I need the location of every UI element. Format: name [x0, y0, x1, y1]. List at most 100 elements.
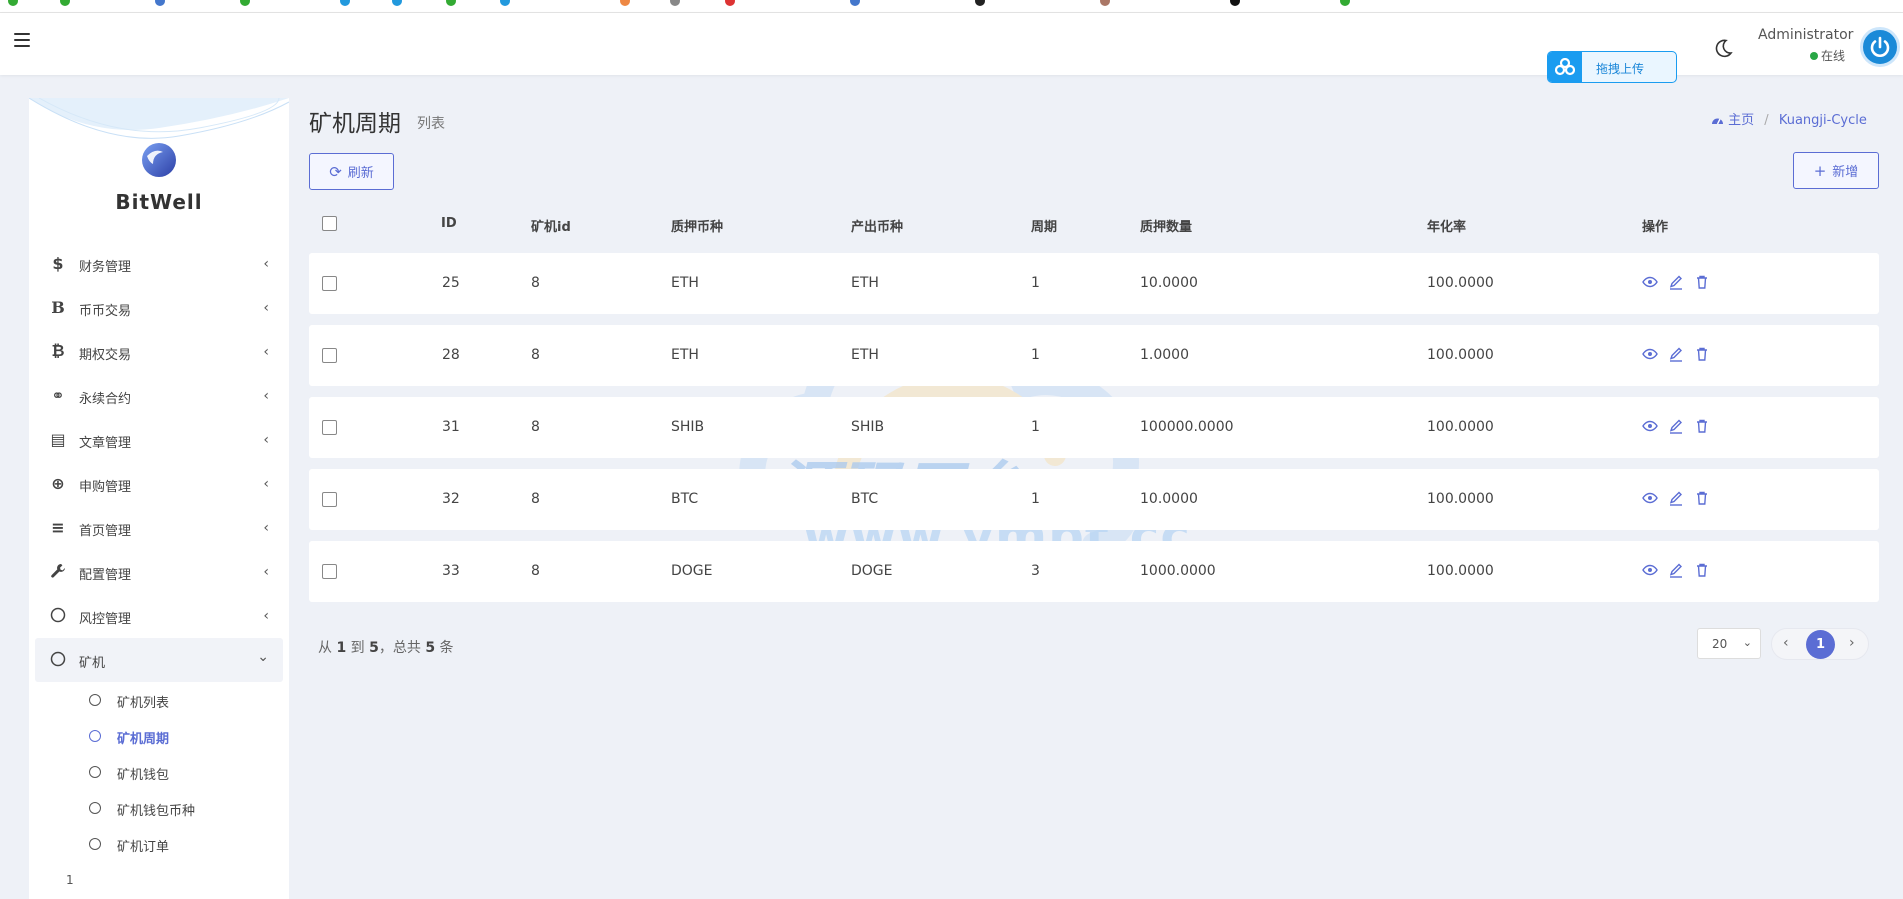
bookmark-item[interactable] — [850, 0, 864, 8]
sidebar-subitem-miner-wallet-coin[interactable]: 矿机钱包币种 — [35, 790, 283, 826]
column-header: 年化率 — [1427, 220, 1467, 235]
bookmark-item[interactable] — [975, 0, 989, 8]
per-page-select[interactable]: 20 ⌄ — [1697, 628, 1761, 659]
breadcrumb: 主页 / Kuangji-Cycle — [1711, 109, 1867, 128]
drag-upload-button[interactable]: 拖拽上传 — [1547, 51, 1677, 83]
edit-icon[interactable] — [1668, 490, 1684, 506]
sidebar-item-perpetual-contract[interactable]: ⚭ 永续合约 ‹ — [35, 374, 283, 418]
bookmark-item[interactable] — [392, 0, 406, 8]
sidebar-menu: $ 财务管理 ‹ B 币币交易 ‹ ₿ 期权交易 ‹ ⚭ 永续合约 ‹ ▤ 文章… — [35, 242, 283, 862]
sidebar-item-spot-trading[interactable]: B 币币交易 ‹ — [35, 286, 283, 330]
page-subtitle: 列表 — [417, 116, 445, 132]
select-all-checkbox[interactable] — [322, 216, 337, 231]
sidebar-item-mining[interactable]: 矿机 ⌄ — [35, 638, 283, 682]
sidebar-item-finance[interactable]: $ 财务管理 ‹ — [35, 242, 283, 286]
cell-kuangji-id: 8 — [531, 563, 540, 579]
bookmark-item[interactable] — [670, 0, 684, 8]
row-checkbox[interactable] — [322, 276, 337, 291]
bitwell-logo-icon — [142, 143, 176, 177]
upload-label: 拖拽上传 — [1596, 62, 1645, 76]
bookmark-item[interactable] — [155, 0, 169, 8]
chevron-left-icon: ‹ — [263, 344, 269, 360]
sidebar-subitem-miner-wallet[interactable]: 矿机钱包 — [35, 754, 283, 790]
table-row: 31 8 SHIB SHIB 1 100000.0000 100.0000 — [309, 397, 1879, 458]
avatar[interactable] — [1860, 27, 1900, 67]
row-checkbox[interactable] — [322, 564, 337, 579]
sidebar-item-subscription[interactable]: ⊕ 申购管理 ‹ — [35, 462, 283, 506]
bookmark-item[interactable] — [240, 0, 254, 8]
cloud-upload-icon — [1548, 52, 1582, 82]
edit-icon[interactable] — [1668, 274, 1684, 290]
bookmark-item[interactable] — [8, 0, 22, 8]
bookmark-item[interactable] — [725, 0, 739, 8]
summary-text: ，总共 — [378, 640, 421, 656]
cell-id: 33 — [442, 563, 460, 579]
chevron-left-icon: ‹ — [263, 300, 269, 316]
bookmark-item[interactable] — [620, 0, 634, 8]
row-checkbox[interactable] — [322, 348, 337, 363]
edit-icon[interactable] — [1668, 562, 1684, 578]
delete-icon[interactable] — [1694, 418, 1710, 434]
breadcrumb-current[interactable]: Kuangji-Cycle — [1779, 113, 1867, 128]
table-row: 28 8 ETH ETH 1 1.0000 100.0000 — [309, 325, 1879, 386]
bookmark-item[interactable] — [1340, 0, 1354, 8]
sidebar-subitem-label: 矿机钱包 — [117, 768, 170, 783]
bookmark-item[interactable] — [1100, 0, 1114, 8]
edit-icon[interactable] — [1668, 346, 1684, 362]
summary-text: 条 — [439, 640, 454, 656]
bookmark-item[interactable] — [1230, 0, 1244, 8]
row-checkbox[interactable] — [322, 420, 337, 435]
admin-name[interactable]: Administrator — [1758, 27, 1853, 43]
next-page-icon[interactable]: › — [1849, 635, 1855, 651]
view-icon[interactable] — [1642, 418, 1658, 434]
page-title: 矿机周期 — [309, 111, 401, 137]
view-icon[interactable] — [1642, 346, 1658, 362]
sidebar-page-number: 1 — [66, 873, 74, 887]
bookmark-item[interactable] — [500, 0, 514, 8]
delete-icon[interactable] — [1694, 490, 1710, 506]
breadcrumb-home-link[interactable]: 主页 — [1728, 113, 1754, 128]
sidebar-subitem-miner-cycle[interactable]: 矿机周期 — [35, 718, 283, 754]
delete-icon[interactable] — [1694, 274, 1710, 290]
bookmark-item[interactable] — [446, 0, 460, 8]
sidebar-item-label: 矿机 — [79, 656, 106, 671]
circle-icon — [89, 802, 101, 814]
sidebar-item-label: 永续合约 — [79, 392, 132, 407]
sidebar-item-homepage[interactable]: ≡ 首页管理 ‹ — [35, 506, 283, 550]
sidebar-item-config[interactable]: 配置管理 ‹ — [35, 550, 283, 594]
view-icon[interactable] — [1642, 490, 1658, 506]
delete-icon[interactable] — [1694, 346, 1710, 362]
bookmark-item[interactable] — [340, 0, 354, 8]
cell-id: 25 — [442, 275, 460, 291]
bookmark-item[interactable] — [60, 0, 74, 8]
previous-page-icon[interactable]: ‹ — [1783, 635, 1789, 651]
sidebar-subitem-label: 矿机订单 — [117, 840, 170, 855]
row-checkbox[interactable] — [322, 492, 337, 507]
chevron-left-icon: ‹ — [263, 520, 269, 536]
circle-icon — [49, 650, 67, 668]
sidebar-subitem-miner-orders[interactable]: 矿机订单 — [35, 826, 283, 862]
edit-icon[interactable] — [1668, 418, 1684, 434]
add-button[interactable]: + 新增 — [1793, 152, 1879, 189]
sidebar-item-articles[interactable]: ▤ 文章管理 ‹ — [35, 418, 283, 462]
cell-annual-rate: 100.0000 — [1427, 347, 1494, 363]
chevron-down-icon: ⌄ — [257, 649, 269, 665]
sidebar-subitem-label: 矿机列表 — [117, 696, 170, 711]
delete-icon[interactable] — [1694, 562, 1710, 578]
sidebar-item-options-trading[interactable]: ₿ 期权交易 ‹ — [35, 330, 283, 374]
column-header: 周期 — [1031, 220, 1058, 235]
browser-bookmarks-bar — [0, 0, 1903, 13]
sidebar-item-label: 财务管理 — [79, 260, 132, 275]
summary-total: 5 — [425, 640, 436, 656]
current-page-button[interactable]: 1 — [1806, 630, 1835, 659]
sidebar-item-risk-control[interactable]: 风控管理 ‹ — [35, 594, 283, 638]
cell-kuangji-id: 8 — [531, 419, 540, 435]
summary-text: 从 — [318, 640, 332, 656]
column-header: ID — [441, 216, 457, 231]
sidebar-subitem-miner-list[interactable]: 矿机列表 — [35, 682, 283, 718]
dark-mode-toggle-icon[interactable] — [1712, 37, 1734, 59]
view-icon[interactable] — [1642, 274, 1658, 290]
view-icon[interactable] — [1642, 562, 1658, 578]
refresh-button[interactable]: ⟳ 刷新 — [309, 153, 394, 190]
menu-toggle-icon[interactable] — [14, 33, 30, 47]
